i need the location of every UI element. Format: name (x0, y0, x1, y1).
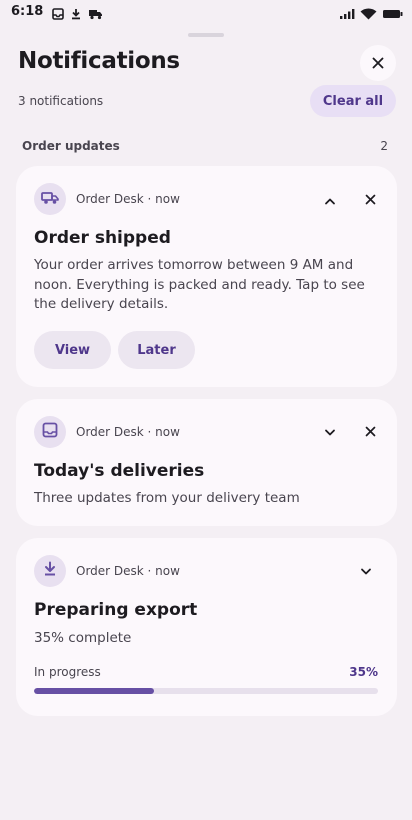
dismiss-button[interactable] (360, 189, 380, 209)
progress-percent: 35% (349, 665, 378, 679)
app-icon (34, 183, 66, 215)
progress-track (34, 688, 378, 694)
truck-status-icon (88, 5, 103, 24)
notification-card-order-shipped[interactable]: Order Desk · now Order shipped Your orde… (16, 166, 397, 387)
progress-fill (34, 688, 155, 694)
page-title: Notifications (18, 48, 180, 74)
wifi-icon (360, 5, 377, 24)
truck-icon (41, 190, 59, 209)
status-left-icons (52, 5, 103, 24)
section-count: 2 (380, 139, 388, 153)
inbox-icon (42, 422, 58, 442)
notification-title: Order shipped (34, 228, 171, 248)
chevron-up-icon (324, 190, 336, 209)
app-icon (34, 555, 66, 587)
collapse-button[interactable] (320, 189, 340, 209)
close-icon (365, 190, 376, 209)
download-icon (43, 561, 57, 581)
chevron-down-icon (324, 422, 336, 441)
close-button[interactable] (360, 45, 396, 81)
close-icon (372, 54, 384, 73)
progress-label: In progress (34, 665, 101, 679)
chevron-down-icon (360, 561, 372, 580)
close-icon (365, 422, 376, 441)
app-meta: Order Desk · now (76, 425, 180, 439)
status-bar: 6:18 (0, 0, 412, 24)
drag-handle[interactable] (188, 33, 224, 37)
view-button[interactable]: View (34, 331, 111, 369)
battery-icon (382, 5, 404, 24)
notification-count: 3 notifications (18, 94, 104, 108)
notification-title: Preparing export (34, 600, 198, 620)
clear-all-button[interactable]: Clear all (310, 85, 396, 117)
expand-button[interactable] (320, 421, 340, 441)
signal-icon (339, 5, 355, 24)
notification-card-deliveries[interactable]: Order Desk · now Today's deliveries Thre… (16, 399, 397, 526)
expand-button[interactable] (356, 560, 376, 580)
notification-body: 35% complete (34, 630, 132, 646)
dismiss-button[interactable] (360, 421, 380, 441)
app-icon (34, 416, 66, 448)
notification-card-export[interactable]: Order Desk · now Preparing export 35% co… (16, 538, 397, 716)
app-meta: Order Desk · now (76, 192, 180, 206)
download-status-icon (70, 5, 82, 24)
app-meta: Order Desk · now (76, 564, 180, 578)
section-label: Order updates (22, 139, 120, 153)
notification-body: Three updates from your delivery team (34, 490, 300, 506)
later-button[interactable]: Later (118, 331, 195, 369)
notification-title: Today's deliveries (34, 461, 205, 481)
status-time: 6:18 (11, 4, 44, 19)
status-right-icons (339, 5, 404, 24)
inbox-status-icon (52, 5, 64, 24)
notification-body: Your order arrives tomorrow between 9 AM… (34, 257, 365, 312)
